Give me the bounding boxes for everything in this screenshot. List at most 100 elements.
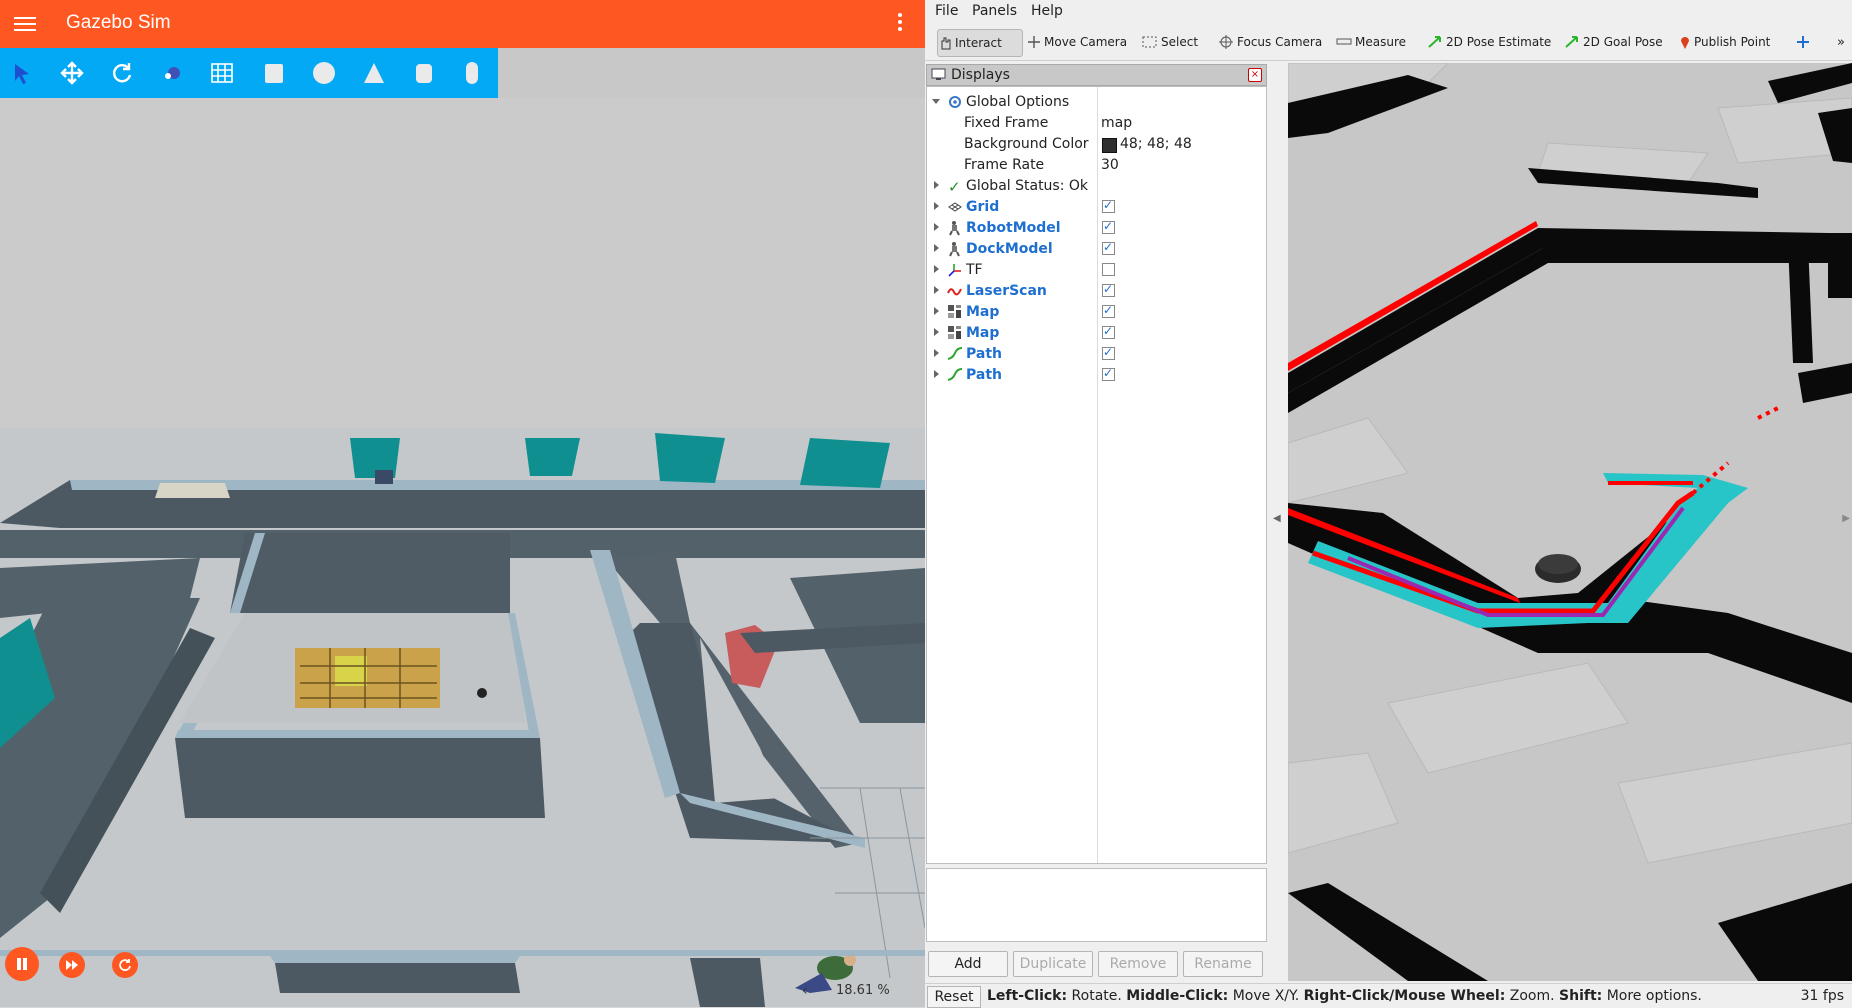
tool-publish-point-label: Publish Point xyxy=(1694,35,1771,49)
display-enable-checkbox[interactable] xyxy=(1102,345,1115,360)
reset-simulation-button[interactable] xyxy=(112,952,138,978)
display-enable-checkbox[interactable] xyxy=(1102,303,1115,318)
cone-shape-icon[interactable] xyxy=(357,56,391,90)
expand-arrow-icon[interactable] xyxy=(934,307,939,315)
rviz-3d-view[interactable]: ▶ xyxy=(1288,63,1852,981)
tool-measure[interactable]: Measure xyxy=(1336,29,1406,55)
display-enable-checkbox[interactable] xyxy=(1102,263,1115,276)
gazebo-toolbar xyxy=(0,48,498,98)
step-forward-button[interactable] xyxy=(59,952,85,978)
tool-interact-label: Interact xyxy=(955,36,1002,50)
rviz-window: File Panels Help Interact Move Camera Se… xyxy=(925,0,1852,1008)
fixed-frame-value[interactable]: map xyxy=(1101,115,1132,131)
tree-row-map[interactable]: Map xyxy=(927,302,1266,323)
sphere-shape-icon[interactable] xyxy=(307,56,341,90)
menu-help[interactable]: Help xyxy=(1031,3,1063,19)
transform-control-icon[interactable] xyxy=(155,56,189,90)
expand-arrow-icon[interactable] xyxy=(934,223,939,231)
tool-2d-pose-estimate[interactable]: 2D Pose Estimate xyxy=(1427,29,1551,55)
tree-row-dockmodel[interactable]: DockModel xyxy=(927,239,1266,260)
box-shape-icon[interactable] xyxy=(257,56,291,90)
pause-button[interactable] xyxy=(5,947,39,981)
close-icon[interactable]: × xyxy=(1248,68,1262,82)
expand-arrow-icon[interactable] xyxy=(934,202,939,210)
expand-arrow-icon[interactable] xyxy=(934,349,939,357)
rename-display-button[interactable]: Rename xyxy=(1183,951,1263,977)
gazebo-3d-scene[interactable] xyxy=(0,98,925,1007)
tree-row-laserscan[interactable]: LaserScan xyxy=(927,281,1266,302)
add-display-button[interactable]: Add xyxy=(928,951,1008,977)
tree-row-path[interactable]: Path xyxy=(927,365,1266,386)
help-shift-text: More options. xyxy=(1602,988,1702,1004)
background-color-value[interactable]: 48; 48; 48 xyxy=(1120,136,1192,152)
collapse-arrow-icon[interactable]: ‹ xyxy=(802,983,808,999)
gazebo-app-bar: Gazebo Sim xyxy=(0,0,925,48)
tree-row-frame-rate[interactable]: Frame Rate 30 xyxy=(927,155,1266,176)
display-enable-checkbox[interactable] xyxy=(1102,324,1115,339)
pose-estimate-arrow-icon xyxy=(1428,36,1441,48)
add-tool-icon[interactable] xyxy=(1796,29,1813,55)
display-enable-checkbox[interactable] xyxy=(1102,198,1115,213)
more-options-icon[interactable] xyxy=(893,10,907,38)
display-enable-checkbox[interactable] xyxy=(1102,366,1115,381)
tree-row-robotmodel[interactable]: RobotModel xyxy=(927,218,1266,239)
collapse-right-arrow-icon[interactable]: ▶ xyxy=(1842,513,1850,524)
displays-panel-header: Displays × xyxy=(926,64,1267,86)
frame-rate-value[interactable]: 30 xyxy=(1101,157,1119,173)
gear-icon xyxy=(949,96,961,108)
collapse-arrow-icon[interactable] xyxy=(932,99,940,104)
remove-display-button[interactable]: Remove xyxy=(1098,951,1178,977)
tree-row-global-status[interactable]: ✓ Global Status: Ok xyxy=(927,176,1266,197)
menu-panels[interactable]: Panels xyxy=(972,3,1017,19)
display-enable-checkbox[interactable] xyxy=(1102,282,1115,297)
move-camera-icon xyxy=(1028,36,1040,48)
fps-counter: 31 fps xyxy=(1800,988,1844,1004)
color-swatch[interactable] xyxy=(1102,138,1117,153)
goal-pose-arrow-icon xyxy=(1565,36,1578,48)
capsule-shape-icon[interactable] xyxy=(455,56,489,90)
menu-file[interactable]: File xyxy=(935,3,958,19)
tree-row-background-color[interactable]: Background Color 48; 48; 48 xyxy=(927,134,1266,155)
tree-row-global-options[interactable]: Global Options xyxy=(927,92,1266,113)
rviz-menubar: File Panels Help xyxy=(925,0,1852,24)
duplicate-display-button[interactable]: Duplicate xyxy=(1013,951,1093,977)
tool-2d-pose-estimate-label: 2D Pose Estimate xyxy=(1446,35,1552,49)
tool-2d-goal-pose-label: 2D Goal Pose xyxy=(1583,35,1663,49)
tool-2d-goal-pose[interactable]: 2D Goal Pose xyxy=(1564,29,1663,55)
tree-row-grid[interactable]: Grid xyxy=(927,197,1266,218)
display-label: Grid xyxy=(966,199,1000,215)
hamburger-menu-icon[interactable] xyxy=(14,14,36,34)
grid-icon[interactable] xyxy=(205,56,239,90)
expand-arrow-icon[interactable] xyxy=(934,181,939,189)
ruler-icon xyxy=(1336,38,1352,45)
tool-publish-point[interactable]: Publish Point xyxy=(1679,29,1770,55)
rotate-icon[interactable] xyxy=(105,56,139,90)
tree-row-map[interactable]: Map xyxy=(927,323,1266,344)
tool-select[interactable]: Select xyxy=(1142,29,1198,55)
tree-row-fixed-frame[interactable]: Fixed Frame map xyxy=(927,113,1266,134)
tool-select-label: Select xyxy=(1161,35,1199,49)
select-arrow-icon[interactable] xyxy=(5,56,39,90)
expand-arrow-icon[interactable] xyxy=(934,328,939,336)
expand-arrow-icon[interactable] xyxy=(934,370,939,378)
help-left-click-text: Rotate. xyxy=(1067,988,1127,1004)
tool-focus-camera[interactable]: Focus Camera xyxy=(1218,29,1322,55)
reset-view-button[interactable]: Reset xyxy=(927,986,981,1008)
rviz-toolbar: Interact Move Camera Select Focus Camera… xyxy=(925,24,1852,61)
display-enable-checkbox[interactable] xyxy=(1102,240,1115,255)
tree-row-tf[interactable]: TF xyxy=(927,260,1266,281)
collapse-left-arrow-icon[interactable]: ◀ xyxy=(1273,513,1281,524)
tree-row-path[interactable]: Path xyxy=(927,344,1266,365)
tool-move-camera[interactable]: Move Camera xyxy=(1027,29,1127,55)
expand-arrow-icon[interactable] xyxy=(934,286,939,294)
display-enable-checkbox[interactable] xyxy=(1102,219,1115,234)
expand-arrow-icon[interactable] xyxy=(934,244,939,252)
translate-icon[interactable] xyxy=(55,56,89,90)
gazebo-title: Gazebo Sim xyxy=(66,12,171,33)
tool-interact[interactable]: Interact xyxy=(937,29,1023,57)
expand-arrow-icon[interactable] xyxy=(934,265,939,273)
cylinder-shape-icon[interactable] xyxy=(407,56,441,90)
toolbar-overflow-icon[interactable]: » xyxy=(1837,29,1845,55)
panel-splitter[interactable]: ◀ xyxy=(1267,63,1288,981)
select-rect-icon xyxy=(1142,36,1157,48)
